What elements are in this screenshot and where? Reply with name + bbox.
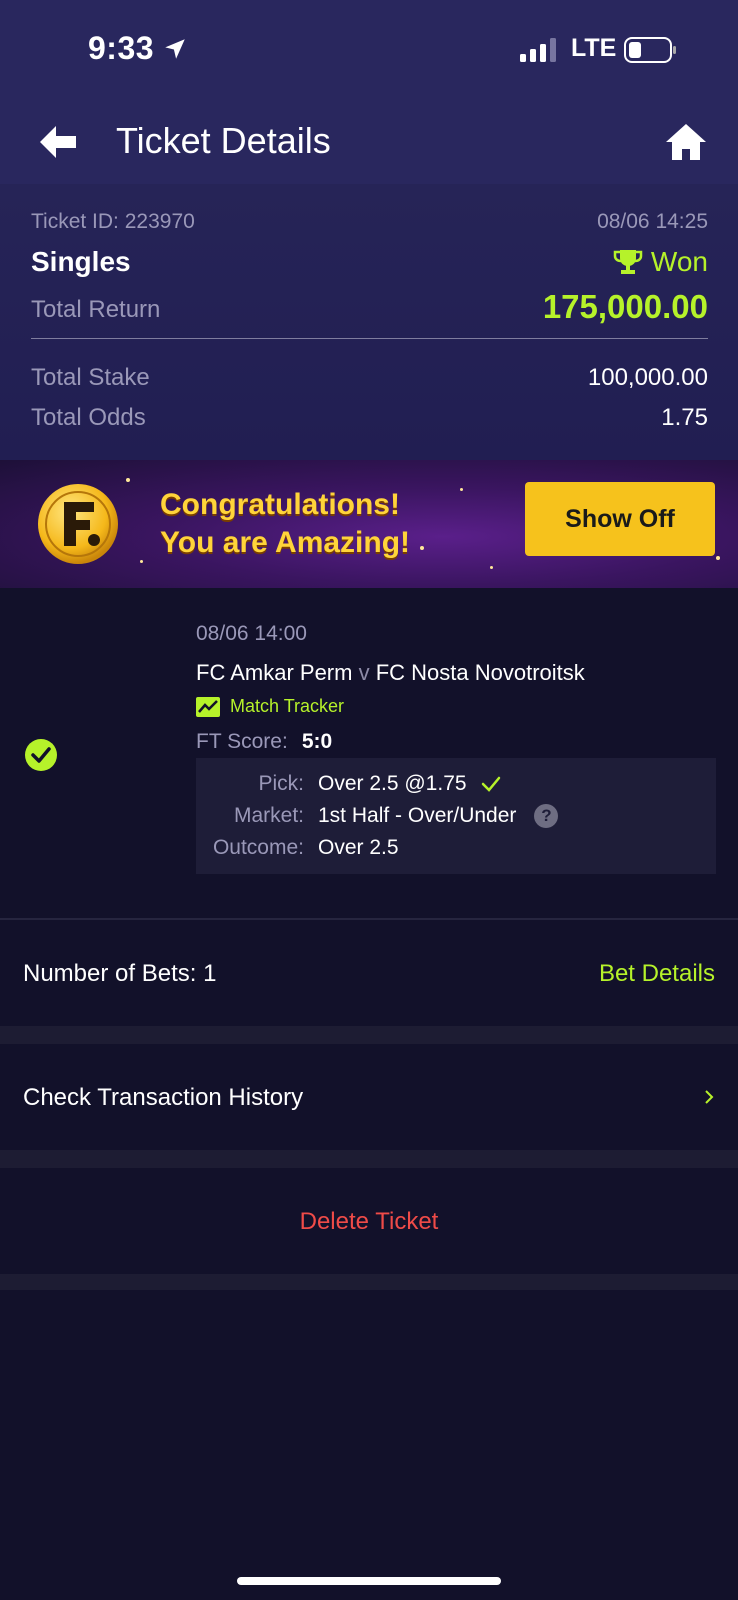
match-tracker-icon [196,696,220,717]
sparkle [140,560,143,563]
pick-details: Pick: Over 2.5 @1.75 Market: 1st Half - … [196,758,716,874]
event-time: 08/06 14:00 [196,622,307,645]
pick-value: Over 2.5 @1.75 [318,772,467,795]
signal-icon [520,38,556,62]
total-odds-value: 1.75 [661,404,708,431]
status-text: Won [650,246,708,277]
ft-score: FT Score: 5:0 [196,730,332,754]
total-return-label: Total Return [31,296,161,323]
section-gap [0,1274,738,1290]
section-gap [0,1026,738,1044]
market-label: Market: [233,804,304,827]
ticket-id-row: Ticket ID: 223970 08/06 14:25 [31,210,708,234]
market-value-wrap: 1st Half - Over/Under ? [318,804,559,828]
home-team: FC Amkar Perm [196,660,353,685]
bets-count: Number of Bets: 1 [23,960,217,987]
bet-type: Singles [31,246,131,277]
ft-score-value: 5:0 [301,730,333,753]
location-arrow-icon [165,39,185,59]
status-badge: Won [613,246,708,278]
total-odds-label: Total Odds [31,404,146,431]
nav-bar: Ticket Details [0,100,738,184]
vs-separator: v [358,660,370,685]
trophy-icon [613,250,643,274]
outcome-value: Over 2.5 [318,836,399,859]
brand-logo-icon [38,484,118,564]
match-tracker-link[interactable]: Match Tracker [196,696,344,717]
sparkle [460,488,463,491]
congrats-banner: Congratulations! You are Amazing! Show O… [0,460,738,588]
header-area: 9:33 LTE Ticket Details [0,0,738,184]
market-row: Market: 1st Half - Over/Under ? [196,804,716,834]
pick-value-wrap: Over 2.5 @1.75 [318,772,501,796]
pick-label: Pick: [258,772,304,795]
total-stake-value: 100,000.00 [587,364,708,391]
sparkle [420,546,424,550]
total-stake-label: Total Stake [31,364,150,391]
bet-card: 08/06 14:00 FC Amkar Perm v FC Nosta Nov… [0,588,738,918]
help-icon[interactable]: ? [534,804,559,828]
ticket-summary: Ticket ID: 223970 08/06 14:25 Singles Wo… [0,184,738,460]
total-stake-row: Total Stake 100,000.00 [31,364,708,392]
congrats-line-1: Congratulations! [160,488,400,521]
status-bar: 9:33 LTE [0,0,738,100]
congrats-text: Congratulations! You are Amazing! [160,486,410,562]
away-team: FC Nosta Novotroitsk [375,660,585,685]
event-name: FC Amkar Perm v FC Nosta Novotroitsk [196,660,585,686]
delete-ticket-button[interactable]: Delete Ticket [0,1208,738,1236]
home-icon[interactable] [664,122,708,162]
home-indicator[interactable] [237,1577,501,1585]
bets-summary-row: Number of Bets: 1 Bet Details [0,920,738,1026]
total-odds-row: Total Odds 1.75 [31,404,708,432]
total-return-value: 175,000.00 [542,288,708,325]
show-off-button[interactable]: Show Off [525,482,715,556]
transaction-history-label: Check Transaction History [23,1084,304,1111]
market-value: 1st Half - Over/Under [318,804,517,827]
outcome-row: Outcome: Over 2.5 [196,836,716,866]
transaction-history-row[interactable]: Check Transaction History [0,1044,738,1150]
delete-ticket-row[interactable]: Delete Ticket [0,1168,738,1274]
check-circle-icon [25,739,57,771]
section-gap [0,1150,738,1168]
congrats-line-2: You are Amazing! [160,526,411,559]
bet-type-row: Singles [31,246,708,278]
network-label: LTE [571,34,617,62]
page-title: Ticket Details [116,120,331,161]
summary-divider [31,338,708,339]
status-time: 9:33 [88,30,155,66]
ticket-id: Ticket ID: 223970 [31,210,195,233]
ticket-datetime: 08/06 14:25 [597,210,708,233]
checkmark-icon [481,776,500,792]
back-arrow-icon[interactable] [36,120,80,164]
bet-details-link[interactable]: Bet Details [599,960,715,988]
battery-icon [624,37,676,63]
pick-row: Pick: Over 2.5 @1.75 [196,772,716,802]
match-tracker-label: Match Tracker [230,696,345,716]
sparkle [490,566,493,569]
chevron-right-icon [705,1090,714,1104]
sparkle [716,556,720,560]
ft-score-label: FT Score: [196,730,288,753]
outcome-label: Outcome: [212,836,304,859]
sparkle [126,478,130,482]
